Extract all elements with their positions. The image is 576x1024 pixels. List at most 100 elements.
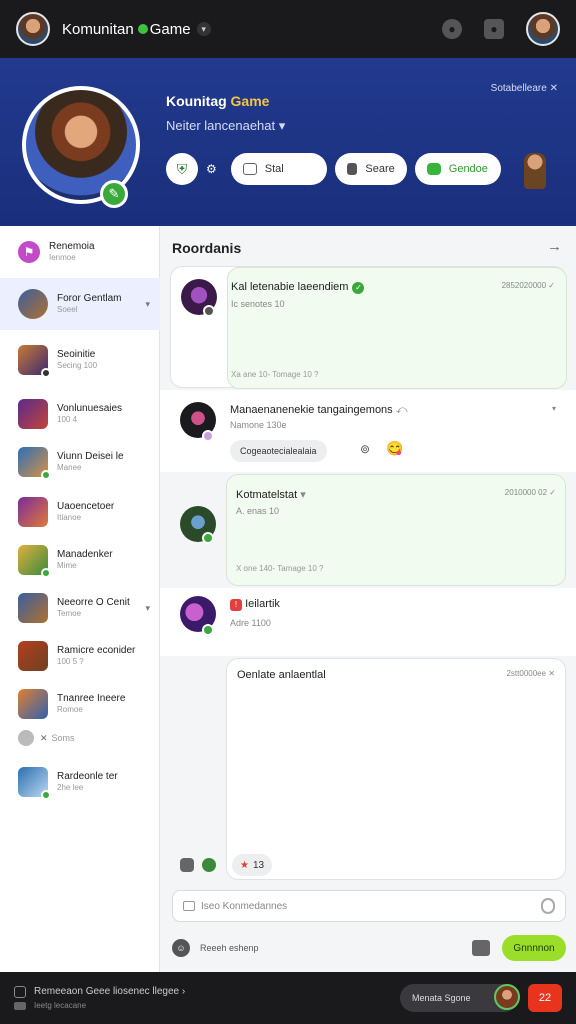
- tag-pill[interactable]: Cogeaotecialealaia: [230, 440, 327, 462]
- message-bubble[interactable]: Oenlate anlaentlal 2stt0000ee ✕: [226, 658, 566, 880]
- paperclip-icon[interactable]: [541, 898, 555, 914]
- game-thumbnail: [18, 497, 48, 527]
- gendoe-button[interactable]: Gendoe: [414, 153, 501, 185]
- sidebar: ⚑ Renemoia Ienmoe Foror Gentlam Soeel ▾ Se…: [0, 226, 160, 972]
- message-title-text: Ieilartik: [245, 598, 280, 610]
- hero-link[interactable]: Sotabelleare ✕: [491, 83, 558, 94]
- close-icon[interactable]: ✕: [40, 733, 48, 744]
- app-title[interactable]: Komunitan Game ▾: [62, 21, 211, 38]
- footer-subtitle: Ieetg lecacane: [34, 1001, 87, 1010]
- sidebar-item-label: Viunn Deisei le: [57, 451, 124, 463]
- sidebar-item-label: Vonlunuesaies: [57, 403, 123, 415]
- user-icon[interactable]: ●: [484, 19, 504, 39]
- profile-avatar[interactable]: [16, 12, 50, 46]
- message-title-text: Manaenanenekie tangaingemons: [230, 404, 393, 416]
- message-card[interactable]: Kal letenabie laeendiem ✓ Ic senotes 10 2…: [170, 266, 567, 389]
- keyboard-icon[interactable]: [14, 1002, 26, 1010]
- chevron-down-icon[interactable]: ▾: [552, 404, 556, 413]
- sidebar-item-label: Rardeonle ter: [57, 771, 118, 783]
- footer-title-text: Remeeaon Geee liosenec llegee: [34, 986, 180, 997]
- message-input-placeholder: Iseo Konmedannes: [201, 900, 288, 912]
- stal-button[interactable]: Stal: [230, 153, 327, 185]
- sidebar-item-manadenker[interactable]: Manadenker Mime: [0, 536, 160, 584]
- emoji-icon[interactable]: 😋: [386, 440, 403, 457]
- alien-icon[interactable]: ●: [442, 19, 462, 39]
- user-avatar[interactable]: [526, 12, 560, 46]
- page-title: Roordanis: [172, 240, 242, 256]
- seare-button[interactable]: Seare: [334, 153, 407, 185]
- status-dot: [203, 305, 215, 317]
- sidebar-item-rardeonle[interactable]: Rardeonle ter 2he lee: [0, 758, 160, 806]
- game-thumbnail: [18, 593, 48, 623]
- sidebar-item-seoinitie[interactable]: Seoinitie Secing 100: [0, 336, 160, 384]
- message-title: Manaenanenekie tangaingemons ⤺: [230, 404, 408, 416]
- user-status-label: Menata Sgone: [412, 993, 471, 1003]
- square-icon: [346, 163, 358, 175]
- status-dot: [202, 624, 214, 636]
- sidebar-item-meta: Manee: [57, 463, 82, 473]
- sidebar-item-foror[interactable]: Foror Gentlam Soeel ▾: [0, 278, 160, 330]
- hero-subtitle[interactable]: Neiter lancenaehat ▾: [166, 118, 285, 134]
- footer-title[interactable]: Remeeaon Geee liosenec llegee ›: [34, 986, 185, 997]
- shield-icon[interactable]: ⛨: [166, 153, 198, 185]
- heart-icon[interactable]: [202, 858, 216, 872]
- footer-avatar[interactable]: [494, 984, 520, 1010]
- message-title: Oenlate anlaentlal: [237, 669, 326, 681]
- sidebar-item-label: Uaoencetoer: [57, 501, 115, 513]
- message-time-text: 2stt0000ee: [506, 669, 547, 678]
- chevron-down-icon[interactable]: ▾: [145, 299, 150, 310]
- sidebar-item-meta: Itianoe: [57, 513, 82, 523]
- message-input[interactable]: Iseo Konmedannes: [172, 890, 566, 922]
- chat-icon[interactable]: [14, 986, 26, 998]
- message-subtitle: Adre 1100: [230, 618, 271, 628]
- sidebar-item-soms[interactable]: ✕ Soms: [0, 722, 160, 754]
- reaction-pill[interactable]: ★ 13: [232, 854, 273, 876]
- sidebar-item-meta: 100 5 ?: [57, 657, 84, 667]
- settings-icon[interactable]: ⚙: [206, 162, 217, 176]
- arrow-right-icon[interactable]: →: [547, 238, 562, 255]
- message-footer: Xa ane 10- Tomage 10 ?: [231, 370, 319, 379]
- sidebar-item-viunn[interactable]: Viunn Deisei le Manee: [0, 438, 160, 486]
- chevron-down-icon[interactable]: ▾: [145, 603, 150, 614]
- main-panel: Roordanis → Kal letenabie laeendiem ✓ Ic …: [160, 226, 576, 972]
- toolbar-label: Reeeh eshenp: [200, 943, 259, 953]
- hero-title-accent: Game: [230, 93, 270, 109]
- emoji-icon[interactable]: ☺: [172, 939, 190, 957]
- status-dot: [202, 532, 214, 544]
- notification-badge[interactable]: 22: [528, 984, 562, 1012]
- sidebar-item-neeorre[interactable]: Neeorre O Cenit Temoe ▾: [0, 584, 160, 632]
- send-button[interactable]: Gnnnnon: [502, 935, 566, 961]
- status-dot: [202, 430, 214, 442]
- sidebar-item-vonlun[interactable]: Vonlunuesaies 100 4: [0, 390, 160, 438]
- character-icon: [524, 153, 546, 189]
- composer-toolbar: ☺ Reeeh eshenp Gnnnnon: [172, 932, 566, 964]
- sidebar-item-label: Foror Gentlam: [57, 293, 122, 305]
- sidebar-item-ramicre[interactable]: Ramicre econider 100 5 ?: [0, 632, 160, 680]
- image-icon[interactable]: [180, 858, 194, 872]
- sidebar-item-renemoia[interactable]: ⚑ Renemoia Ienmoe: [0, 228, 160, 276]
- message-row[interactable]: ! Ieilartik Adre 1100: [160, 588, 576, 656]
- status-dot: [41, 790, 51, 800]
- sidebar-item-meta: Temoe: [57, 609, 82, 619]
- hero-title-text: Kounitag: [166, 93, 227, 109]
- message-subtitle: A. enas 10: [236, 506, 280, 516]
- message-row[interactable]: Kotmatelstat ▾ A. enas 10 2010000 02 ✓ X…: [160, 474, 576, 586]
- game-thumbnail: [18, 345, 51, 378]
- sidebar-item-label: Soms: [51, 733, 75, 743]
- chevron-down-icon[interactable]: ▾: [196, 22, 211, 36]
- sidebar-item-tnanree[interactable]: Tnanree Ineere Romoe: [0, 680, 160, 728]
- sidebar-item-label: Tnanree Ineere: [57, 693, 126, 705]
- game-thumbnail: [18, 545, 51, 578]
- hero-title: Kounitag Game: [166, 93, 269, 109]
- camera-icon[interactable]: [472, 940, 490, 956]
- reaction-icon[interactable]: ⊚: [360, 442, 370, 456]
- stal-label: Stal: [264, 163, 284, 175]
- game-thumbnail: [18, 689, 48, 719]
- edit-icon[interactable]: ✎: [100, 180, 128, 208]
- flag-icon: ⚑: [18, 241, 40, 263]
- message-row[interactable]: Manaenanenekie tangaingemons ⤺ Namone 13…: [160, 390, 576, 472]
- sidebar-item-uaoen[interactable]: Uaoencetoer Itianoe: [0, 488, 160, 536]
- attach-icon[interactable]: [183, 901, 195, 911]
- status-dot: [41, 568, 51, 578]
- message-time-text: 2010000 02: [504, 488, 548, 497]
